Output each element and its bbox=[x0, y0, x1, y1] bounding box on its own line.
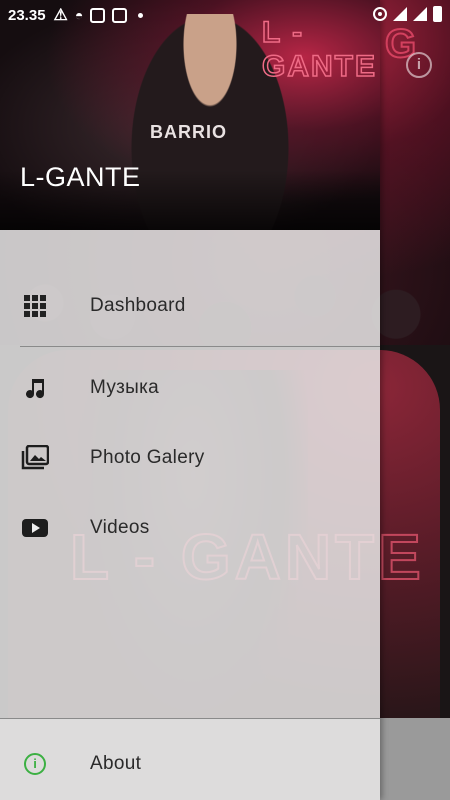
incognito-icon: ◓ bbox=[74, 7, 84, 23]
status-time: 23.35 bbox=[8, 6, 46, 24]
grid-icon bbox=[21, 292, 49, 320]
menu-item-label: Dashboard bbox=[90, 295, 186, 316]
hotspot-icon bbox=[373, 7, 387, 21]
menu-divider bbox=[0, 718, 380, 719]
battery-icon bbox=[433, 6, 442, 22]
info-icon: i bbox=[21, 750, 49, 778]
menu-item-label: About bbox=[90, 753, 142, 774]
menu-item-label: Музыка bbox=[90, 377, 160, 398]
instagram-icon bbox=[90, 7, 106, 23]
menu-divider bbox=[20, 346, 380, 347]
image-icon bbox=[112, 7, 128, 23]
signal-icon bbox=[393, 7, 407, 21]
drawer-header: BARRIO L - GANTE L-GANTE bbox=[0, 0, 380, 230]
menu-item-label: Photo Galery bbox=[90, 447, 205, 468]
dot-icon bbox=[138, 12, 144, 18]
drawer-title: L-GANTE bbox=[20, 162, 141, 192]
shirt-graphic: BARRIO bbox=[150, 122, 227, 142]
menu-item-about[interactable]: i About bbox=[0, 734, 380, 794]
signal-x-icon bbox=[413, 7, 427, 21]
menu-item-dashboard[interactable]: Dashboard bbox=[0, 276, 380, 336]
navigation-drawer: BARRIO L - GANTE L-GANTE Dashboard Музык… bbox=[0, 0, 380, 800]
status-bar: 23.35 ⚠ ◓ bbox=[0, 0, 450, 30]
photo-gallery-icon bbox=[21, 444, 49, 472]
info-button-icon[interactable]: i bbox=[406, 52, 432, 78]
warning-icon: ⚠ bbox=[53, 7, 68, 24]
youtube-icon bbox=[21, 514, 49, 542]
menu-item-label: Videos bbox=[90, 517, 150, 538]
music-note-icon bbox=[21, 374, 49, 402]
menu-item-music[interactable]: Музыка bbox=[0, 358, 380, 418]
menu-item-photo-gallery[interactable]: Photo Galery bbox=[0, 428, 380, 488]
menu-item-videos[interactable]: Videos bbox=[0, 498, 380, 558]
